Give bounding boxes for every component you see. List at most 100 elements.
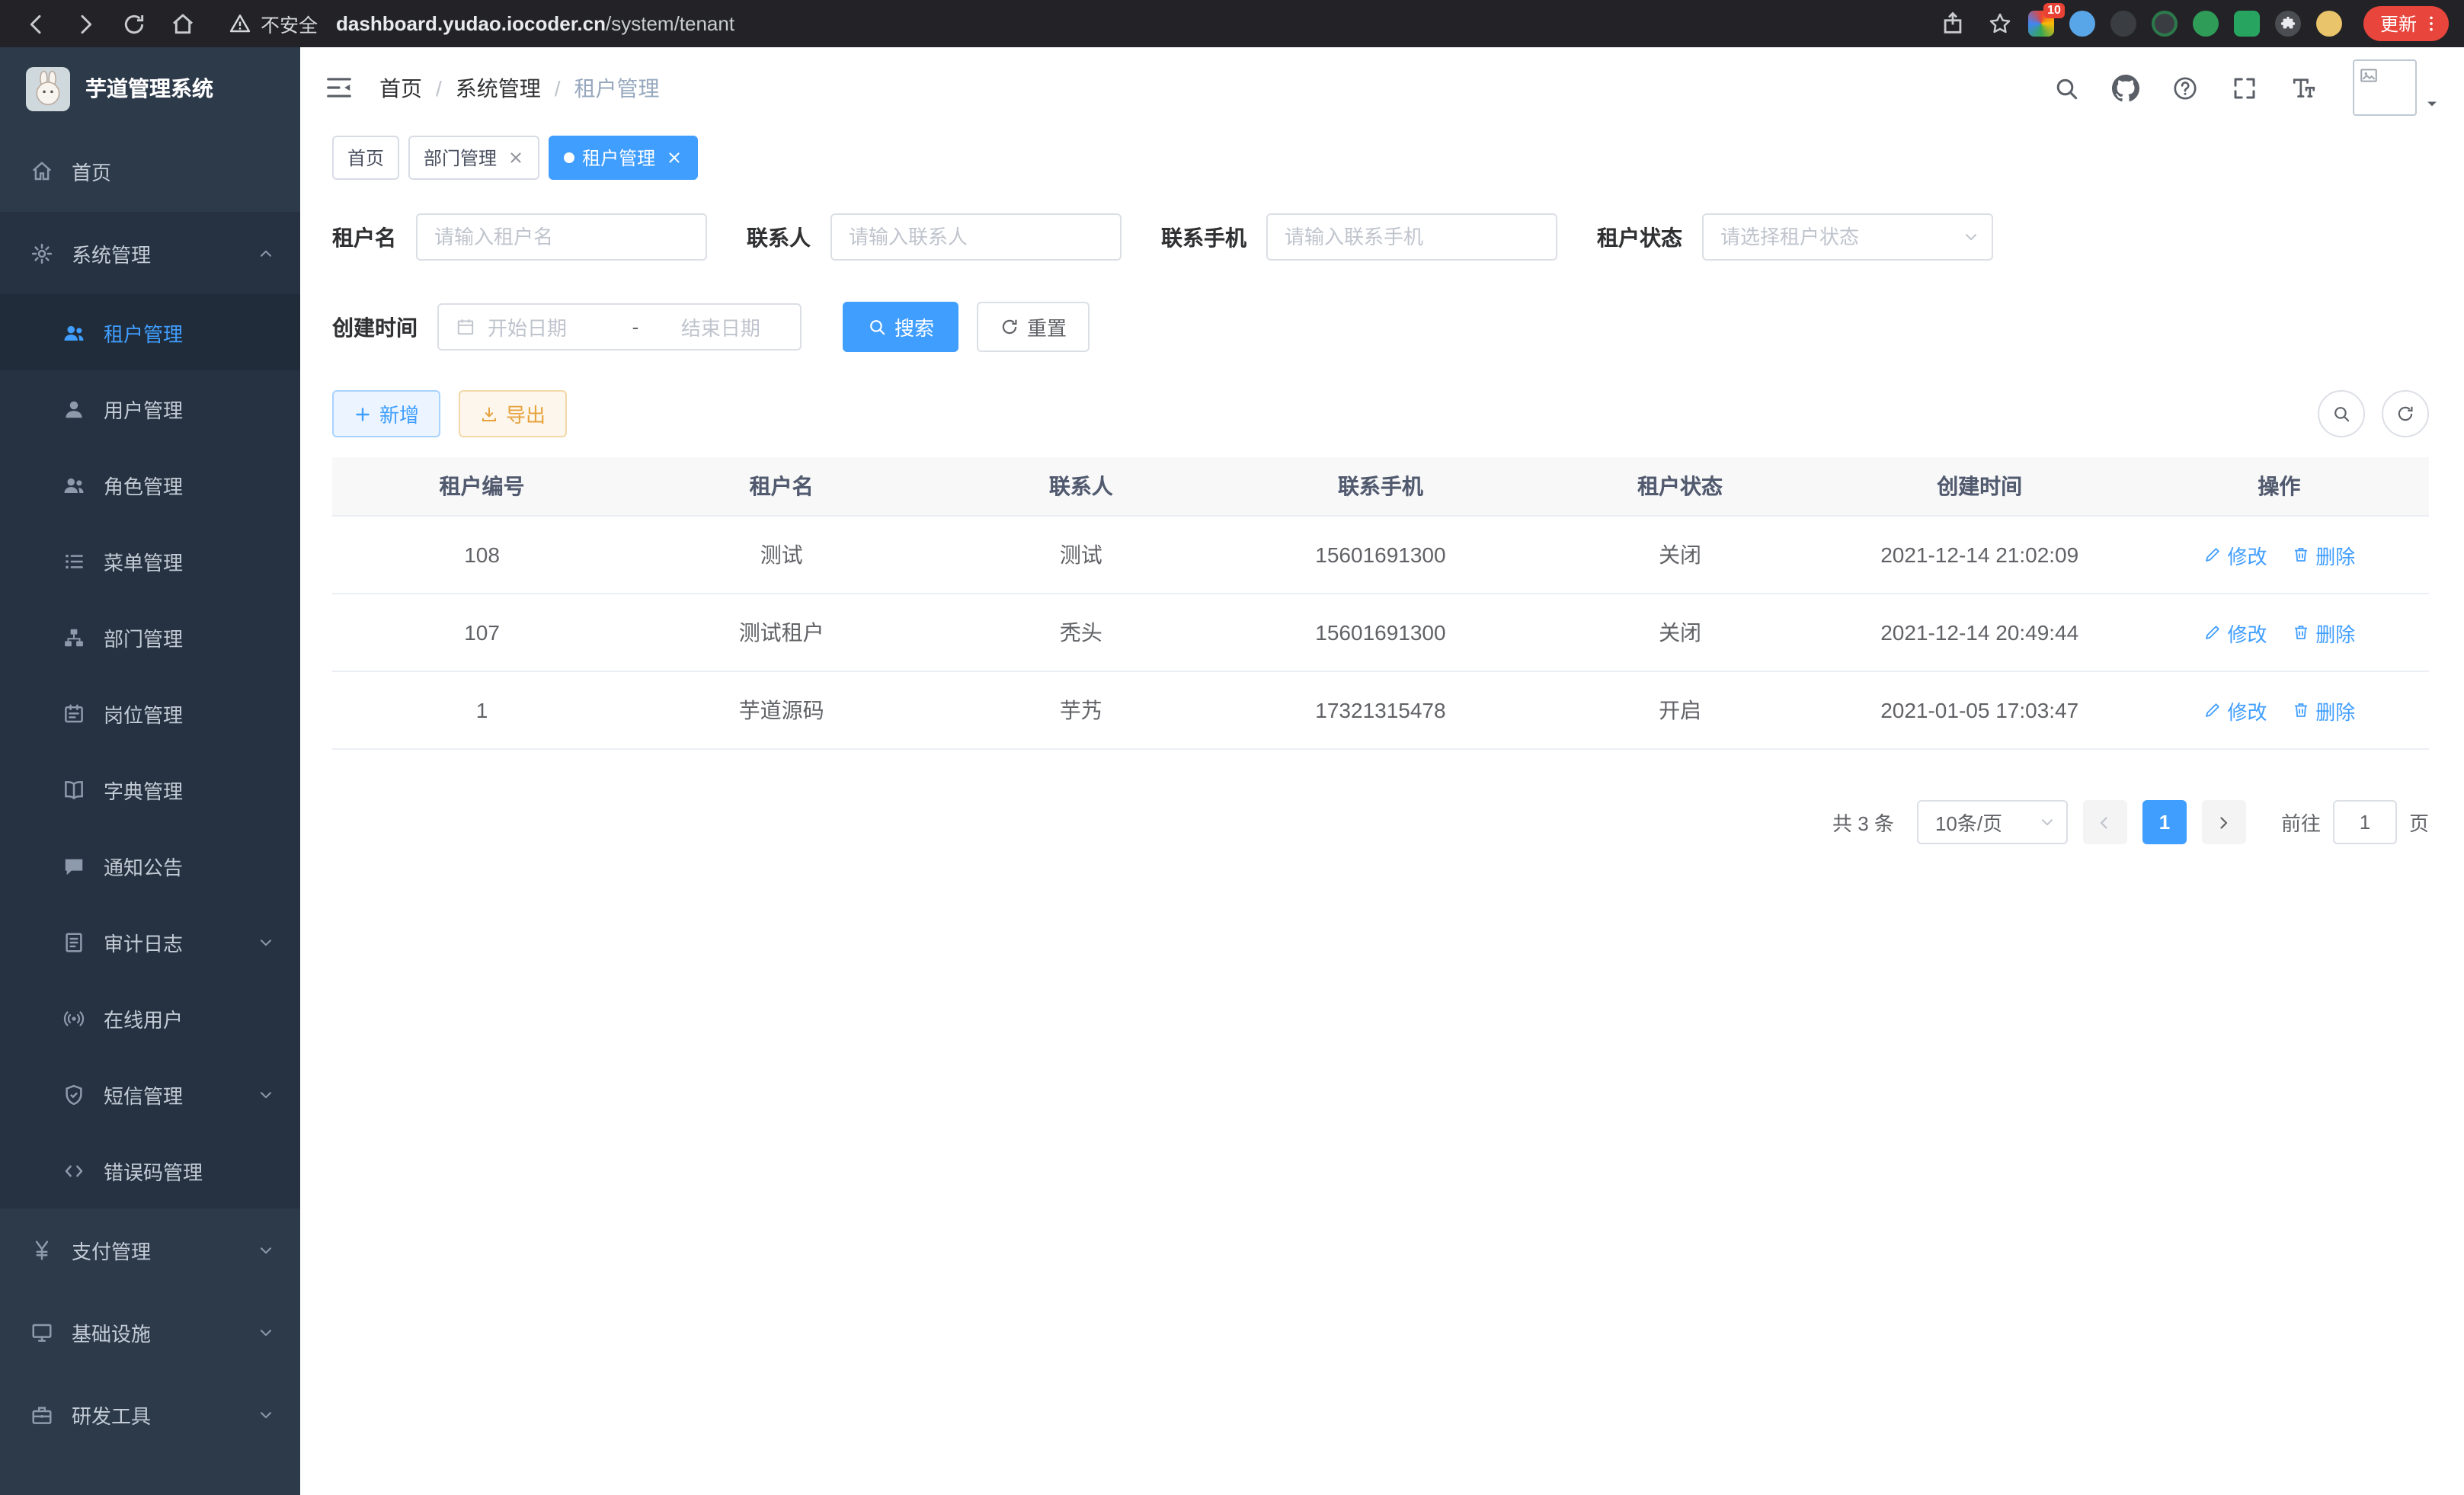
contact-input[interactable] [830,213,1122,261]
breadcrumb: 首页 / 系统管理 / 租户管理 [379,72,660,103]
tab-close-icon[interactable] [507,149,524,165]
tab-close-icon[interactable] [666,149,683,165]
org-tree-icon [62,626,85,648]
error-code-icon [62,1159,85,1182]
security-indicator[interactable]: 不安全 [229,9,318,38]
sidebar-item-user-management[interactable]: 用户管理 [0,370,300,447]
sidebar-item-sms-management[interactable]: 短信管理 [0,1056,300,1132]
sidebar-item-label: 用户管理 [104,394,183,423]
edit-link[interactable]: 修改 [2203,696,2267,725]
sidebar-item-role-management[interactable]: 角色管理 [0,447,300,523]
font-size-icon[interactable] [2290,74,2318,101]
add-button[interactable]: 新增 [332,390,440,437]
chrome-update-button[interactable]: 更新 [2363,6,2449,41]
next-page-button[interactable] [2202,800,2246,844]
sidebar-logo[interactable]: 芋道管理系统 [0,47,300,130]
help-icon[interactable] [2171,74,2199,101]
tags-view-bar: 首页 部门管理 租户管理 [300,128,2464,187]
extension-icon-5[interactable] [2193,11,2219,37]
sidebar-item-online-users[interactable]: 在线用户 [0,980,300,1056]
sidebar-item-label: 首页 [72,156,111,185]
browser-menu-dots-icon[interactable] [2421,14,2441,34]
tenant-name-input[interactable] [416,213,707,261]
sidebar-item-error-code[interactable]: 错误码管理 [0,1132,300,1208]
search-button[interactable]: 搜索 [843,302,958,352]
delete-link[interactable]: 删除 [2291,540,2355,569]
browser-home-icon[interactable] [171,11,195,36]
delete-link[interactable]: 删除 [2291,696,2355,725]
toggle-search-button[interactable] [2318,390,2365,437]
chevron-left-icon [2096,813,2114,831]
reset-button[interactable]: 重置 [977,302,1090,352]
extension-icon-3[interactable] [2110,11,2136,37]
forward-icon[interactable] [73,11,98,36]
goto-page-input[interactable] [2333,800,2397,844]
cell-contact: 测试 [931,516,1230,594]
fullscreen-icon[interactable] [2231,74,2258,101]
tenant-status-select[interactable] [1702,213,1993,261]
sidebar-item-infrastructure[interactable]: 基础设施 [0,1291,300,1373]
sidebar-fold-icon[interactable] [325,73,354,102]
bookmark-star-icon[interactable] [1987,11,2013,37]
sidebar-item-audit-log[interactable]: 审计日志 [0,904,300,980]
sidebar-item-dev-tools[interactable]: 研发工具 [0,1373,300,1455]
extension-badge: 10 [2043,3,2065,18]
date-start-placeholder[interactable]: 开始日期 [488,312,613,341]
create-time-range-picker[interactable]: 开始日期 - 结束日期 [437,303,802,351]
sidebar-item-menu-management[interactable]: 菜单管理 [0,523,300,599]
sidebar-menu: 首页 系统管理 租户管理 用户管理 [0,130,300,1455]
breadcrumb-system[interactable]: 系统管理 [456,72,541,103]
table-row: 108 测试 测试 15601691300 关闭 2021-12-14 21:0… [332,516,2429,594]
tenant-status-input[interactable] [1702,213,1993,261]
logo-image [26,66,70,110]
edit-link[interactable]: 修改 [2203,618,2267,647]
page-size-select[interactable]: 10条/页 [1917,800,2068,844]
sidebar-item-payment[interactable]: 支付管理 [0,1208,300,1291]
page-number-button[interactable]: 1 [2142,800,2187,844]
sms-shield-icon [62,1083,85,1106]
sidebar-item-label: 支付管理 [72,1235,151,1264]
calendar-icon [456,317,475,337]
address-bar[interactable]: dashboard.yudao.iocoder.cn/system/tenant [336,12,734,35]
online-signal-icon [62,1007,85,1029]
phone-input[interactable] [1266,213,1557,261]
sidebar-item-dict-management[interactable]: 字典管理 [0,751,300,828]
share-icon[interactable] [1940,11,1966,37]
header-icons [2053,59,2440,116]
github-icon[interactable] [2112,74,2139,101]
extension-icon-2[interactable] [2069,11,2095,37]
export-button[interactable]: 导出 [459,390,567,437]
extensions-puzzle-icon[interactable] [2275,11,2301,37]
tab-tenant-management[interactable]: 租户管理 [549,135,698,179]
prev-page-button[interactable] [2083,800,2127,844]
breadcrumb-separator: / [555,75,561,100]
sidebar-item-post-management[interactable]: 岗位管理 [0,675,300,751]
extension-icon-6[interactable] [2234,11,2260,37]
breadcrumb-home[interactable]: 首页 [379,72,422,103]
extension-icon-1[interactable]: 10 [2028,11,2054,37]
profile-avatar-icon[interactable] [2316,11,2342,37]
plus-icon [354,405,372,423]
refresh-table-button[interactable] [2382,390,2429,437]
date-end-placeholder[interactable]: 结束日期 [658,312,783,341]
sidebar-item-label: 短信管理 [104,1080,183,1109]
header-search-icon[interactable] [2053,74,2080,101]
tab-home[interactable]: 首页 [332,135,399,179]
delete-link[interactable]: 删除 [2291,618,2355,647]
edit-link[interactable]: 修改 [2203,540,2267,569]
back-icon[interactable] [24,11,49,36]
tab-dept-management[interactable]: 部门管理 [408,135,539,179]
infra-monitor-icon [30,1321,53,1343]
sidebar-item-system-management[interactable]: 系统管理 [0,212,300,294]
browser-actions: 10 更新 [1918,6,2449,41]
cell-contact: 芋艿 [931,671,1230,749]
filter-phone: 联系手机 [1161,213,1557,261]
sidebar-item-tenant-management[interactable]: 租户管理 [0,294,300,370]
sidebar-item-dashboard[interactable]: 首页 [0,130,300,212]
filter-row-1: 租户名 联系人 联系手机 租户状态 [332,213,2429,261]
sidebar-item-notice[interactable]: 通知公告 [0,828,300,904]
sidebar-item-dept-management[interactable]: 部门管理 [0,599,300,675]
user-avatar-menu[interactable] [2353,59,2440,116]
extension-icon-4[interactable] [2152,11,2178,37]
reload-icon[interactable] [122,11,146,36]
